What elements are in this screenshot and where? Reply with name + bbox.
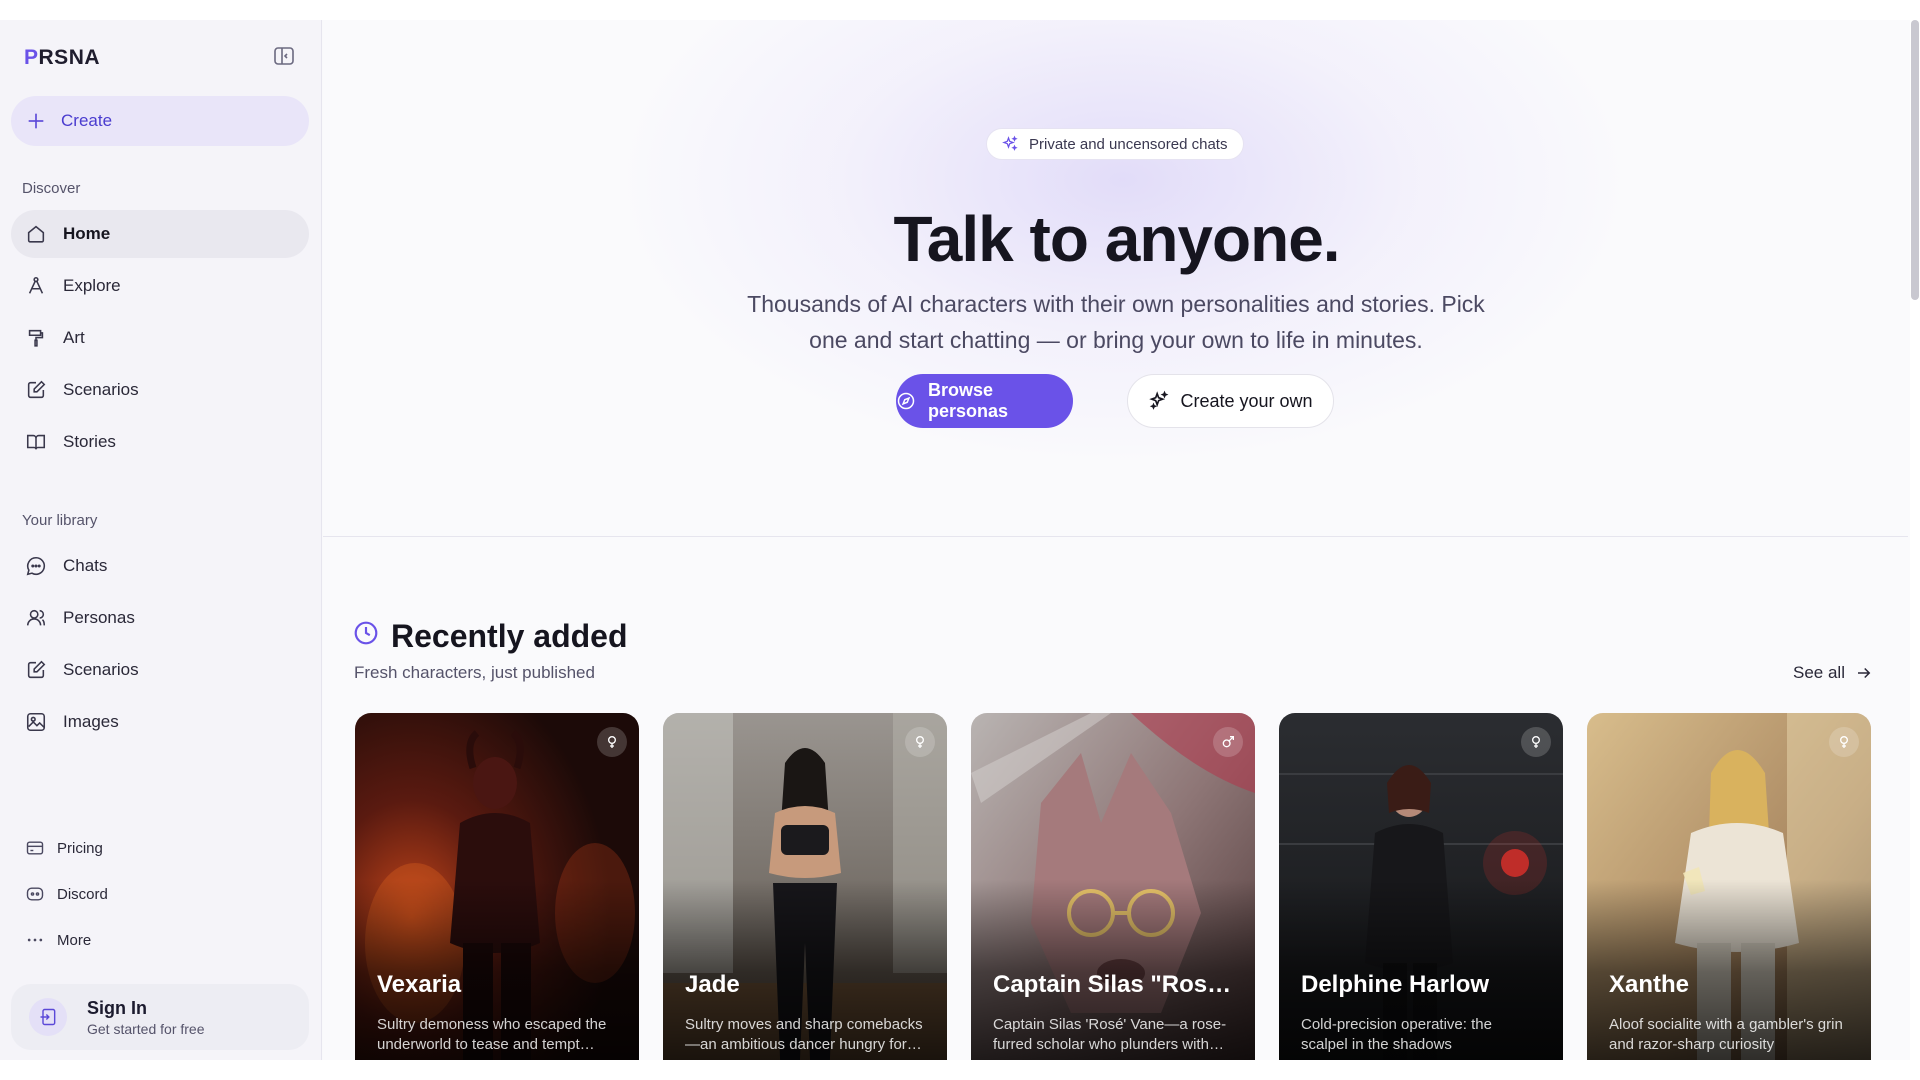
library-section-label: Your library	[22, 512, 98, 529]
persona-card[interactable]: Delphine Harlow Cold-precision operative…	[1279, 713, 1563, 1060]
hero-subtitle: Thousands of AI characters with their ow…	[747, 291, 1485, 353]
image-icon	[25, 711, 47, 733]
sidebar-item-label: Scenarios	[63, 380, 139, 399]
sidebar-item-chats[interactable]: Chats	[11, 542, 309, 590]
persona-description: Sultry moves and sharp comebacks—an ambi…	[685, 1016, 923, 1053]
plus-icon	[25, 110, 47, 132]
female-icon	[1829, 727, 1859, 757]
sidebar-item-pricing[interactable]: Pricing	[11, 828, 309, 868]
sidebar-item-discord[interactable]: Discord	[11, 874, 309, 914]
sidebar-item-explore[interactable]: Explore	[11, 262, 309, 310]
discover-section-label: Discover	[22, 180, 81, 197]
hero-pill-label: Private and uncensored chats	[1029, 135, 1228, 153]
sidebar-item-home[interactable]: Home	[11, 210, 309, 258]
sidebar-item-label: Stories	[63, 432, 116, 451]
create-button[interactable]: Create	[11, 96, 309, 146]
persona-name: Delphine Harlow	[1301, 971, 1490, 998]
sparkles-icon	[1001, 135, 1019, 153]
sidebar-item-stories[interactable]: Stories	[11, 418, 309, 466]
discord-icon	[25, 884, 45, 904]
sidebar-item-label: Home	[63, 224, 111, 243]
persona-name: Captain Silas "Rosé"…	[993, 971, 1243, 998]
main-content: Private and uncensored chats Talk to any…	[323, 20, 1910, 1060]
sidebar-item-label: Explore	[63, 276, 121, 295]
sidebar-item-label: Art	[63, 328, 85, 347]
sign-in-title: Sign In	[87, 997, 147, 1018]
card-shade	[355, 713, 639, 1060]
sidebar-item-label: More	[57, 931, 92, 949]
female-icon	[1521, 727, 1551, 757]
persona-name: Jade	[685, 971, 740, 998]
persona-name: Xanthe	[1609, 971, 1690, 998]
clock-icon	[353, 620, 379, 646]
persona-card[interactable]: Vexaria Sultry demoness who escaped the …	[355, 713, 639, 1060]
persona-card[interactable]: Captain Silas "Rosé"… Captain Silas 'Ros…	[971, 713, 1255, 1060]
create-your-own-label: Create your own	[1180, 390, 1313, 411]
chat-icon	[25, 555, 47, 577]
card-shade	[1279, 713, 1563, 1060]
persona-description: Captain Silas 'Rosé' Vane—a rose-furred …	[993, 1016, 1227, 1053]
sign-in-button[interactable]: Sign In Get started for free	[11, 984, 309, 1050]
male-icon	[1213, 727, 1243, 757]
hero-title: Talk to anyone.	[893, 203, 1340, 275]
persona-description: Sultry demoness who escaped the underwor…	[377, 1016, 607, 1053]
persona-card[interactable]: Xanthe Aloof socialite with a gambler's …	[1587, 713, 1871, 1060]
browse-personas-label: Browse personas	[928, 380, 1009, 421]
sign-in-subtitle: Get started for free	[87, 1020, 205, 1037]
sidebar-item-personas[interactable]: Personas	[11, 594, 309, 642]
create-your-own-button[interactable]: Create your own	[1127, 374, 1334, 428]
arrow-right-icon	[1855, 664, 1873, 682]
compass-icon	[896, 391, 916, 411]
persona-name: Vexaria	[377, 971, 462, 998]
brush-icon	[25, 327, 47, 349]
card-shade	[971, 713, 1255, 1060]
scrollbar[interactable]	[1910, 20, 1920, 300]
app-logo[interactable]: PRSNA	[24, 46, 100, 70]
more-icon	[25, 930, 45, 950]
recently-added-subtitle: Fresh characters, just published	[354, 663, 595, 682]
login-icon	[29, 998, 67, 1036]
sidebar-item-label: Discord	[57, 885, 108, 903]
users-icon	[25, 607, 47, 629]
persona-description: Cold-precision operative: the scalpel in…	[1301, 1016, 1492, 1053]
sidebar: PRSNA Create Discover Home Explore Art S…	[0, 20, 322, 1060]
hero-pill-badge: Private and uncensored chats	[986, 128, 1245, 160]
sidebar-item-label: Images	[63, 712, 119, 731]
sign-in-text: Sign In Get started for free	[87, 998, 205, 1037]
persona-card[interactable]: Jade Sultry moves and sharp comebacks—an…	[663, 713, 947, 1060]
sidebar-item-label: Scenarios	[63, 660, 139, 679]
see-all-link[interactable]: See all	[1793, 663, 1873, 683]
home-icon	[25, 223, 47, 245]
sidebar-item-label: Personas	[63, 608, 135, 627]
sidebar-item-images[interactable]: Images	[11, 698, 309, 746]
sidebar-item-label: Pricing	[57, 839, 103, 857]
female-icon	[597, 727, 627, 757]
see-all-label: See all	[1793, 663, 1845, 682]
app-frame: PRSNA Create Discover Home Explore Art S…	[0, 20, 1910, 1060]
edit-icon	[25, 659, 47, 681]
recently-added-title: Recently added	[391, 618, 628, 654]
card-shade	[663, 713, 947, 1060]
create-label: Create	[61, 111, 113, 130]
card-shade	[1587, 713, 1871, 1060]
compass-pen-icon	[25, 275, 47, 297]
edit-icon	[25, 379, 47, 401]
sidebar-item-library-scenarios[interactable]: Scenarios	[11, 646, 309, 694]
sidebar-item-more[interactable]: More	[11, 920, 309, 960]
bottom-edge	[0, 1060, 1920, 1080]
sidebar-item-art[interactable]: Art	[11, 314, 309, 362]
section-divider	[323, 536, 1908, 537]
book-icon	[25, 431, 47, 453]
scrollbar-thumb[interactable]	[1911, 20, 1919, 300]
sidebar-item-scenarios[interactable]: Scenarios	[11, 366, 309, 414]
sidebar-item-label: Chats	[63, 556, 108, 575]
persona-description: Aloof socialite with a gambler's grin an…	[1609, 1016, 1843, 1053]
sidebar-toggle-icon[interactable]	[272, 44, 296, 68]
female-icon	[905, 727, 935, 757]
credit-card-icon	[25, 838, 45, 858]
browse-personas-button[interactable]: Browse personas	[896, 374, 1073, 428]
sparkles-icon	[1148, 390, 1170, 412]
